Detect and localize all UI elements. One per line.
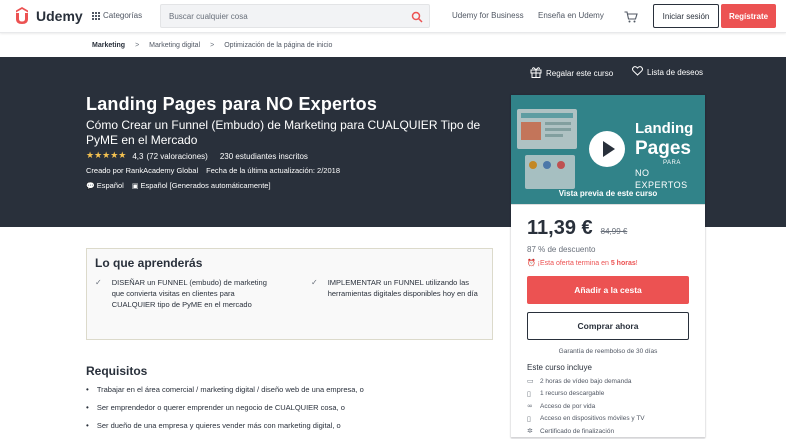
captions-icon: ▣ <box>131 181 139 190</box>
wishlist-button[interactable]: Lista de deseos <box>632 66 703 78</box>
mobile-icon: ▯ <box>527 414 531 423</box>
thumbnail-text: Landing Pages PARA NO EXPERTOS <box>635 119 705 191</box>
list-item: ▭ 2 horas de vídeo bajo demanda <box>527 375 645 388</box>
login-button[interactable]: Iniciar sesión <box>653 4 719 28</box>
offer-prefix: ¡Esta oferta termina en <box>537 260 609 267</box>
buy-now-button[interactable]: Comprar ahora <box>527 312 689 340</box>
discount-label: 87 % de descuento <box>527 245 596 254</box>
grid-icon <box>92 11 100 20</box>
include-text: Acceso en dispositivos móviles y TV <box>540 415 645 423</box>
categories-menu[interactable]: Categorías <box>92 11 142 20</box>
course-meta: Creado por RankAcademy Global Fecha de l… <box>86 166 340 175</box>
wishlist-label: Lista de deseos <box>647 67 704 77</box>
list-item: ∞ Acceso de por vida <box>527 400 645 413</box>
offer-time: 5 horas <box>610 260 636 267</box>
language: Español <box>96 181 124 190</box>
breadcrumb-separator: > <box>210 42 215 49</box>
current-price: 11,39 € <box>527 217 593 239</box>
alarm-icon: ⏰ <box>527 259 536 267</box>
add-to-cart-button[interactable]: Añadir a la cesta <box>527 276 689 304</box>
gift-icon <box>530 66 542 80</box>
list-item: Trabajar en el área comercial / marketin… <box>86 385 364 403</box>
logo-text: Udemy <box>36 8 83 24</box>
learn-item-text: DISEÑAR un FUNNEL (embudo) de marketing … <box>111 278 267 309</box>
play-icon[interactable] <box>589 131 625 167</box>
original-price: 84,99 € <box>600 227 628 236</box>
categories-label: Categorías <box>103 11 143 20</box>
preview-label: Vista previa de este curso <box>558 189 658 198</box>
list-item: ▯ Acceso en dispositivos móviles y TV <box>527 413 645 426</box>
include-text: 1 recurso descargable <box>540 390 605 398</box>
gift-label: Regalar este curso <box>546 68 614 78</box>
search-bar <box>160 4 430 28</box>
course-languages: 💬 Español ▣ Español [Generados automátic… <box>86 181 271 190</box>
thumbnail-line: Pages <box>635 138 691 159</box>
file-icon: ▯ <box>527 389 531 398</box>
rating-stars-icon: ★★★★★ <box>86 151 127 161</box>
udemy-logo-icon <box>12 6 32 26</box>
signup-button[interactable]: Regístrate <box>721 4 776 28</box>
requirements-title: Requisitos <box>86 364 148 378</box>
course-title: Landing Pages para NO Expertos <box>86 94 378 114</box>
thumbnail-line: NO EXPERTOS <box>635 168 688 190</box>
requirements-list: Trabajar en el área comercial / marketin… <box>86 385 364 439</box>
includes-title: Este curso incluye <box>527 363 592 372</box>
rating-value: 4,3 <box>132 151 144 161</box>
learn-title: Lo que aprenderás <box>95 256 203 270</box>
learn-item: ✓ IMPLEMENTAR un FUNNEL utilizando las h… <box>311 277 491 299</box>
breadcrumb: Marketing > Marketing digital > Optimiza… <box>92 42 332 49</box>
includes-list: ▭ 2 horas de vídeo bajo demanda ▯ 1 recurs… <box>527 375 645 438</box>
students-count: 230 estudiantes inscritos <box>219 151 308 161</box>
cart-icon[interactable] <box>624 10 638 23</box>
include-text: Certificado de finalización <box>540 427 615 435</box>
udemy-logo[interactable]: Udemy <box>12 6 83 26</box>
what-you-will-learn: Lo que aprenderás ✓ DISEÑAR un FUNNEL (e… <box>86 248 493 340</box>
search-input[interactable] <box>161 5 391 27</box>
top-navbar: Udemy Categorías Udemy for Business Ense… <box>0 0 786 33</box>
price-row: 11,39 € 84,99 € <box>527 217 627 240</box>
check-icon: ✓ <box>95 278 102 287</box>
breadcrumb-item-optimizacion[interactable]: Optimización de la página de inicio <box>224 42 332 49</box>
certificate-icon: ✲ <box>527 427 533 436</box>
include-text: Acceso de por vida <box>540 402 596 410</box>
breadcrumb-separator: > <box>135 42 140 49</box>
course-preview-video[interactable]: Landing Pages PARA NO EXPERTOS Vista pre… <box>511 95 705 205</box>
offer-timer: ⏰ ¡Esta oferta termina en 5 horas! <box>527 259 638 267</box>
breadcrumb-item-marketing[interactable]: Marketing <box>92 42 125 49</box>
created-by: Creado por RankAcademy Global <box>86 166 199 175</box>
thumbnail-line: Landing <box>635 120 694 137</box>
udemy-business-link[interactable]: Udemy for Business <box>452 11 524 20</box>
learn-item: ✓ DISEÑAR un FUNNEL (embudo) de marketin… <box>95 277 275 310</box>
money-back-guarantee: Garantía de reembolso de 30 días <box>558 348 658 355</box>
video-icon: ▭ <box>527 377 534 386</box>
captions: Español [Generados automáticamente] <box>140 181 271 190</box>
search-icon[interactable] <box>411 10 423 23</box>
speech-bubble-icon: 💬 <box>86 181 95 190</box>
gift-course-button[interactable]: Regalar este curso <box>530 66 613 80</box>
teach-link[interactable]: Enseña en Udemy <box>538 11 604 20</box>
thumbnail-line: PARA <box>663 160 681 166</box>
course-rating: ★★★★★ 4,3 (72 valoraciones) 230 estudian… <box>86 151 308 161</box>
include-text: 2 horas de vídeo bajo demanda <box>540 377 632 385</box>
learn-item-text: IMPLEMENTAR un FUNNEL utilizando las her… <box>327 278 478 298</box>
list-item: ✲ Certificado de finalización <box>527 425 645 438</box>
check-icon: ✓ <box>311 278 318 287</box>
offer-suffix: ! <box>635 260 638 267</box>
list-item: Ser emprendedor o querer emprender un ne… <box>86 403 364 421</box>
heart-icon <box>632 66 643 78</box>
last-update: Fecha de la última actualización: 2/2018 <box>206 166 340 175</box>
list-item: ▯ 1 recurso descargable <box>527 388 645 401</box>
list-item: Ser dueño de una empresa y quieres vende… <box>86 421 364 439</box>
course-subtitle: Cómo Crear un Funnel (Embudo) de Marketi… <box>86 118 481 147</box>
purchase-card: Landing Pages PARA NO EXPERTOS Vista pre… <box>511 95 705 437</box>
rating-count: (72 valoraciones) <box>146 151 208 161</box>
breadcrumb-item-marketing-digital[interactable]: Marketing digital <box>149 42 200 49</box>
infinity-icon: ∞ <box>527 402 533 411</box>
